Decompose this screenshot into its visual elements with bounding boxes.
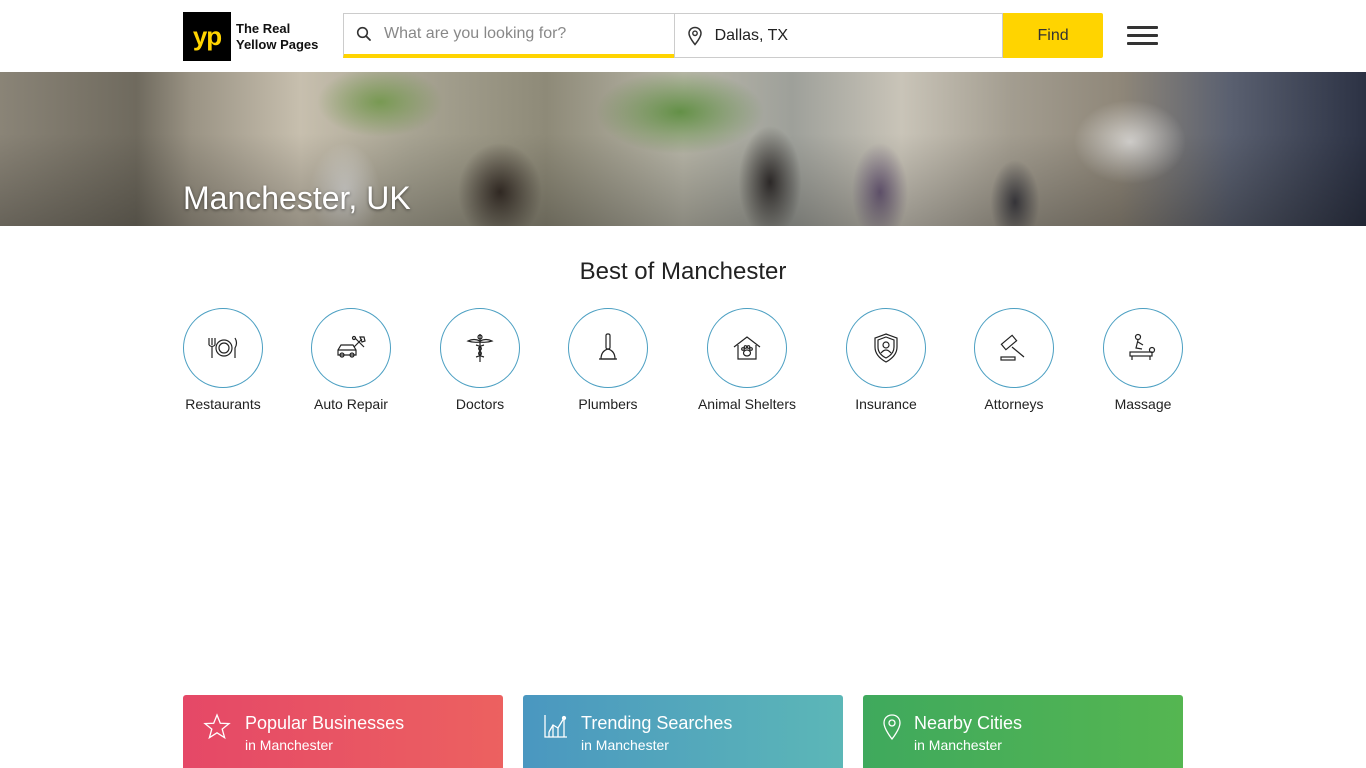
category-massage[interactable]: Massage — [1083, 308, 1203, 412]
card-subtitle: in Manchester — [914, 737, 1002, 753]
category-doctors[interactable]: Doctors — [420, 308, 540, 412]
search-icon — [344, 26, 384, 42]
trend-chart-icon — [543, 713, 569, 744]
logo-line-1: The Real — [236, 20, 291, 36]
category-label: Auto Repair — [314, 396, 388, 412]
nearby-cities-card[interactable]: Nearby Cities in Manchester — [863, 695, 1183, 768]
logo-text: The Real Yellow Pages — [236, 21, 318, 53]
location-pin-icon — [675, 26, 715, 46]
category-label: Doctors — [455, 396, 505, 412]
plunger-icon — [568, 308, 648, 388]
category-plumbers[interactable]: Plumbers — [548, 308, 668, 412]
hamburger-menu-icon[interactable] — [1127, 26, 1159, 46]
logo-mark: yp — [183, 12, 231, 61]
category-restaurants[interactable]: Restaurants — [163, 308, 283, 412]
card-subtitle: in Manchester — [245, 737, 333, 753]
category-attorneys[interactable]: Attorneys — [954, 308, 1074, 412]
star-icon — [203, 713, 231, 746]
category-label: Attorneys — [984, 396, 1044, 412]
category-label: Plumbers — [578, 396, 638, 412]
best-of-heading: Best of Manchester — [579, 258, 787, 285]
page-title: Manchester, UK — [183, 180, 411, 216]
location-input[interactable] — [714, 26, 995, 45]
restaurant-icon — [183, 308, 263, 388]
doctor-icon — [440, 308, 520, 388]
yp-logo[interactable]: yp The Real Yellow Pages — [183, 12, 323, 61]
card-title: Trending Searches — [581, 713, 733, 733]
hero-banner: Manchester, UK — [0, 72, 1366, 226]
category-animal-shelters[interactable]: Animal Shelters — [687, 308, 807, 412]
search-input[interactable] — [384, 25, 664, 43]
auto-repair-icon — [311, 308, 391, 388]
map-pin-icon — [881, 713, 903, 746]
category-auto-repair[interactable]: Auto Repair — [291, 308, 411, 412]
category-insurance[interactable]: Insurance — [826, 308, 946, 412]
popular-businesses-card[interactable]: Popular Businesses in Manchester — [183, 695, 503, 768]
card-subtitle: in Manchester — [581, 737, 669, 753]
category-label: Restaurants — [185, 396, 261, 412]
site-header: yp The Real Yellow Pages Find — [0, 0, 1366, 72]
trending-searches-card[interactable]: Trending Searches in Manchester — [523, 695, 843, 768]
find-button[interactable]: Find — [1003, 13, 1103, 58]
card-title: Nearby Cities — [914, 713, 1023, 733]
category-label: Animal Shelters — [697, 396, 797, 412]
search-bar: Find — [343, 13, 1103, 58]
search-field-wrapper — [343, 13, 674, 58]
card-title: Popular Businesses — [245, 713, 405, 733]
logo-line-2: Yellow Pages — [236, 36, 319, 52]
location-field-wrapper — [673, 13, 1004, 58]
category-label: Insurance — [855, 396, 917, 412]
massage-icon — [1103, 308, 1183, 388]
gavel-icon — [974, 308, 1054, 388]
animal-shelter-icon — [707, 308, 787, 388]
category-label: Massage — [1114, 396, 1172, 412]
insurance-icon — [846, 308, 926, 388]
